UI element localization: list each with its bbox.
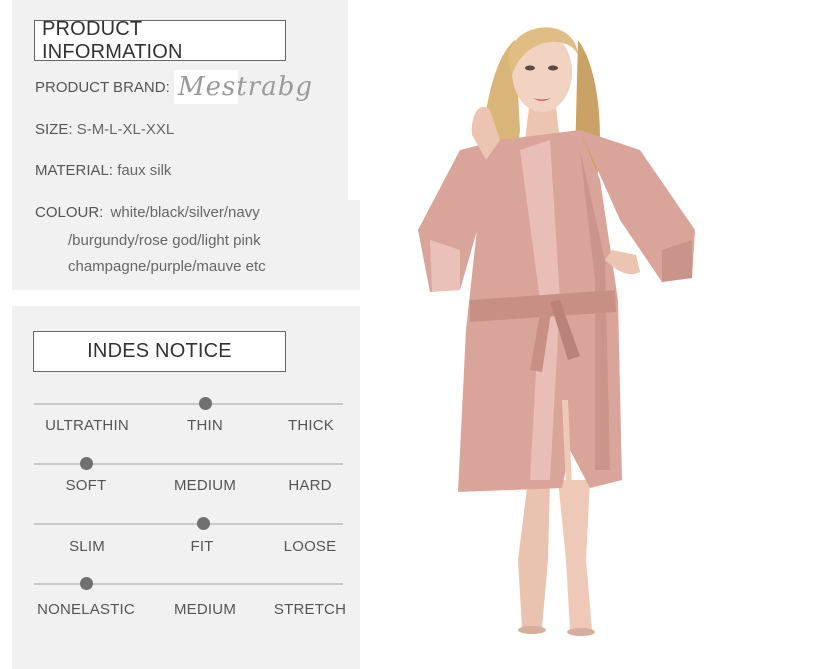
brand-row: PRODUCT BRAND:	[35, 79, 170, 96]
scale-label-middle: FIT	[190, 538, 214, 555]
scale-indicator	[197, 517, 210, 530]
colour-value-line-2: /burgundy/rose god/light pink	[68, 232, 261, 249]
material-value: faux silk	[117, 162, 172, 179]
size-label: SIZE:	[35, 121, 73, 138]
scale-label-middle: MEDIUM	[173, 601, 237, 618]
scale-label-right: HARD	[288, 477, 332, 494]
brand-label: PRODUCT BRAND:	[35, 79, 170, 96]
scale-label-left: SLIM	[69, 538, 105, 555]
scale-label-left: ULTRATHIN	[45, 417, 129, 434]
colour-value-line-1: white/black/silver/navy	[110, 204, 260, 221]
colour-value-line-3-row: champagne/purple/mauve etc	[68, 258, 266, 275]
size-row: SIZE: S-M-L-XL-XXL	[35, 121, 174, 138]
scale-indicator	[80, 457, 93, 470]
scale-label-middle: MEDIUM	[173, 477, 237, 494]
product-information-title: PRODUCT INFORMATION	[34, 17, 286, 63]
scale-indicator	[199, 397, 212, 410]
scale-label-left: SOFT	[65, 477, 107, 494]
material-row: MATERIAL: faux silk	[35, 162, 171, 179]
colour-row: COLOUR: white/black/silver/navy	[35, 204, 260, 221]
brand-value: Mestrabg	[178, 72, 314, 102]
scale-label-right: LOOSE	[283, 538, 337, 555]
scale-label-right: STRETCH	[273, 601, 347, 618]
scale-track	[34, 403, 343, 405]
scale-label-left: NONELASTIC	[37, 601, 135, 618]
brand-logo: Mestrabg	[178, 72, 313, 102]
scale-label-right: THICK	[288, 417, 334, 434]
product-model-image	[418, 27, 695, 636]
notice-title-text: INDES NOTICE	[87, 340, 232, 362]
product-information-title-text: PRODUCT INFORMATION	[42, 17, 183, 63]
scale-indicator	[80, 577, 93, 590]
notice-title: INDES NOTICE	[33, 331, 286, 372]
material-label: MATERIAL:	[35, 162, 114, 179]
scale-label-middle: THIN	[187, 417, 223, 434]
colour-label: COLOUR:	[35, 204, 104, 221]
colour-value-line-2-row: /burgundy/rose god/light pink	[68, 232, 261, 249]
size-value: S-M-L-XL-XXL	[76, 121, 175, 138]
scale-track	[34, 523, 343, 525]
colour-value-line-3: champagne/purple/mauve etc	[68, 258, 266, 275]
